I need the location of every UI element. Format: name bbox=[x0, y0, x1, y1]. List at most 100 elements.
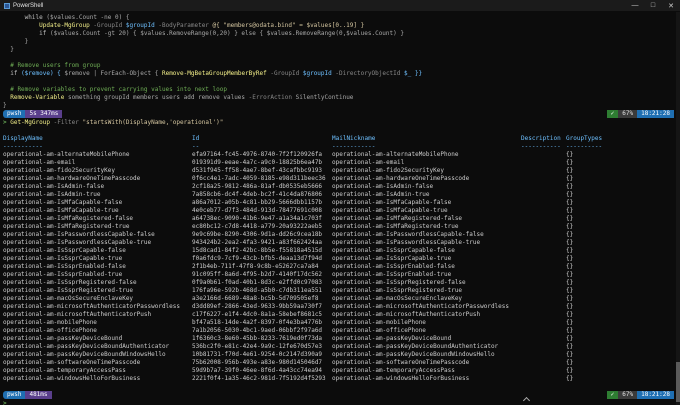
table-row: operational-am-IsPasswordlessCapable-fal… bbox=[0, 231, 680, 239]
code-line: Update-MgGroup -GroupId $groupId -BodyPa… bbox=[3, 22, 364, 30]
code-token: something groupId members users add remo… bbox=[68, 94, 249, 101]
cell-grp: {} bbox=[566, 223, 574, 230]
prompt-segment-bar: pwsh 5s 347ms bbox=[3, 110, 63, 118]
cell-grp: {} bbox=[566, 351, 574, 358]
cell-id: 176fa96e-592b-468d-a5b0-c7db311ea551 bbox=[192, 287, 323, 294]
code-line: if ($values.Count -gt 20) { $values.Remo… bbox=[3, 30, 404, 38]
code-token: if bbox=[3, 30, 50, 37]
code-token: } bbox=[3, 38, 29, 45]
cell-grp: {} bbox=[566, 239, 574, 246]
cell-grp: {} bbox=[566, 207, 574, 214]
code-line: while ($values.Count -ne 0) { bbox=[3, 14, 130, 22]
table-row: operational-am-IsSsprRegistered-false 0f9… bbox=[0, 279, 680, 287]
cell-name: operational-am-macOsSecureEnclaveKey bbox=[3, 295, 134, 302]
cell-mail: operational-am-passKeyDeviceBound bbox=[332, 335, 452, 342]
code-line: Remove-Variable something groupId member… bbox=[3, 94, 353, 102]
table-header-underline: ----------- -- ------------ ----------- ----… bbox=[0, 143, 680, 151]
code-token: } bbox=[3, 102, 7, 109]
cell-id: 2221f0f4-1a35-46c2-981d-7f5192d4f5293 bbox=[192, 375, 326, 382]
cell-mail: operational-am-IsAdmin-false bbox=[332, 183, 434, 190]
scrollbar[interactable] bbox=[676, 12, 680, 405]
code-token: # Remove variables to prevent carrying v… bbox=[3, 86, 227, 93]
cell-id: 536bc2f0-e81c-42e4-9a9c-12fe670d57e3 bbox=[192, 343, 323, 350]
cell-grp: {} bbox=[566, 175, 574, 182]
table-row: operational-am-IsMfaCapable-false a86a701… bbox=[0, 199, 680, 207]
cell-name: operational-am-email bbox=[3, 159, 76, 166]
cell-mail: operational-am-IsSsprRegistered-false bbox=[332, 279, 466, 286]
cell-name: operational-am-IsMfaCapable-false bbox=[3, 199, 123, 206]
cell-mail: operational-am-passKeyDeviceBoundAuthent… bbox=[332, 343, 499, 350]
cell-id: efa97164-fc45-4976-8740-7f2f120926fa bbox=[192, 151, 323, 158]
cell-name: operational-am-softwareOneTimePasscode bbox=[3, 359, 141, 366]
cell-name: operational-am-IsSsprRegistered-false bbox=[3, 279, 137, 286]
cell-name: operational-am-IsPasswordlessCapable-tru… bbox=[3, 239, 152, 246]
code-token: -ErrorAction bbox=[248, 94, 296, 101]
cell-id: 4e0ceb77-d7f3-484d-913d-78477691c008 bbox=[192, 207, 323, 214]
cell-id: 2f1b4eb-711f-47f8-9c8b-e52627ca7a84 bbox=[192, 263, 319, 270]
code-token: Update-MgGroup bbox=[3, 22, 94, 29]
cell-desc: ----------- bbox=[521, 143, 561, 150]
code-token: -DirectoryObjectId bbox=[335, 70, 405, 77]
cell-mail: operational-am-windowsHelloForBusiness bbox=[332, 375, 470, 382]
cell-mail: operational-am-IsSsprEnabled-false bbox=[332, 263, 455, 270]
scrollbar-thumb[interactable] bbox=[676, 362, 680, 402]
cell-mail: operational-am-microsoftAuthenticatorPus… bbox=[332, 311, 481, 318]
cell-mail: operational-am-hardwareOneTimePasscode bbox=[332, 175, 470, 182]
cell-id: c17f6227-e1f4-4dc0-8a1a-58ebef8681c5 bbox=[192, 311, 323, 318]
cell-id: a3e2166d-6689-48a8-bc5b-5d709505ef8 bbox=[192, 295, 319, 302]
cell-mail: operational-am-softwareOneTimePasscode bbox=[332, 359, 470, 366]
cell-name: operational-am-IsPasswordlessCapable-fal… bbox=[3, 231, 155, 238]
cell-name: operational-am-IsAdmin-false bbox=[3, 183, 105, 190]
cell-id: f0a6fdc9-7cf9-43cb-bfb5-deaa13d7f94d bbox=[192, 255, 323, 262]
cell-grp: {} bbox=[566, 295, 574, 302]
table-row: operational-am-fido2SecurityKey d531f945-… bbox=[0, 167, 680, 175]
cell-id: 75b62008-956b-493e-a83e-980d145046d7 bbox=[192, 359, 323, 366]
cell-grp: {} bbox=[566, 167, 574, 174]
close-button[interactable]: ✕ bbox=[662, 2, 680, 10]
table-row: operational-am-IsAdmin-true 7a858cb6-dc4f… bbox=[0, 191, 680, 199]
cell-mail: operational-am-passKeyDeviceBoundWindows… bbox=[332, 351, 495, 358]
table-row: operational-am-IsSsprEnabled-true 91c095f… bbox=[0, 271, 680, 279]
cell-mail: operational-am-email bbox=[332, 159, 405, 166]
table-row: operational-am-passKeyDeviceBoundAuthent… bbox=[0, 343, 680, 351]
cell-name: operational-am-windowsHelloForBusiness bbox=[3, 375, 141, 382]
cell-id: 91c095ff-8a6d-4f95-b2d7-4140f17dc562 bbox=[192, 271, 323, 278]
input-prompt[interactable]: > bbox=[3, 400, 7, 405]
table-row: operational-am-IsMfaRegistered-true ec80b… bbox=[0, 223, 680, 231]
minimize-button[interactable]: — bbox=[626, 2, 644, 9]
table-row: operational-am-passKeyDeviceBound 1f6360c… bbox=[0, 335, 680, 343]
code-token: ($values.Count -ne 0) { bbox=[46, 14, 130, 21]
cell-name: operational-am-hardwareOneTimePasscode bbox=[3, 175, 141, 182]
cell-id: 59d9b7a7-39f0-46ee-8f6d-4a43cc74ea94 bbox=[192, 367, 323, 374]
cell-mail: operational-am-IsSsprEnabled-true bbox=[332, 271, 452, 278]
cell-id: bf47a518-14de-4a2f-8397-0f4e3ba4776b bbox=[192, 319, 323, 326]
cell-grp: {} bbox=[566, 311, 574, 318]
code-token: Remove-Variable bbox=[3, 94, 69, 101]
cell-mail: operational-am-temporaryAccessPass bbox=[332, 367, 455, 374]
cell-grp: {} bbox=[566, 215, 574, 222]
table-row: operational-am-windowsHelloForBusiness 22… bbox=[0, 375, 680, 383]
cell-grp: {} bbox=[566, 199, 574, 206]
status-check-icon: ✓ bbox=[606, 110, 619, 118]
table-row: operational-am-alternateMobilePhone efa97… bbox=[0, 151, 680, 159]
code-token: $_ }} bbox=[404, 70, 423, 77]
cell-grp: {} bbox=[566, 303, 574, 310]
cell-name: operational-am-alternateMobilePhone bbox=[3, 151, 130, 158]
prompt-right-status: ✓ 67% 18:21:28 bbox=[606, 391, 674, 399]
code-token: while bbox=[3, 14, 47, 21]
table-row: operational-am-IsMfaCapable-true 4e0ceb77… bbox=[0, 207, 680, 215]
code-token: # Remove users from group bbox=[3, 62, 101, 69]
cell-name: operational-am-IsSsprCapable-false bbox=[3, 247, 126, 254]
code-token: ($remove) { bbox=[21, 70, 65, 77]
table-row: operational-am-microsoftAuthenticatorPus… bbox=[0, 311, 680, 319]
cell-grp: {} bbox=[566, 327, 574, 334]
cell-name: operational-am-IsMfaRegistered-false bbox=[3, 215, 134, 222]
table-row: operational-am-mobilePhone bf47a518-14de-… bbox=[0, 319, 680, 327]
terminal-output[interactable]: while ($values.Count -ne 0) { Update-MgG… bbox=[0, 12, 680, 405]
cell-mail: operational-am-IsPasswordlessCapable-fal… bbox=[332, 231, 484, 238]
cell-name: operational-am-fido2SecurityKey bbox=[3, 167, 115, 174]
code-token: -BodyParameter bbox=[158, 22, 213, 29]
maximize-button[interactable]: □ bbox=[644, 2, 662, 9]
prompt-shell-label: pwsh bbox=[3, 110, 26, 118]
code-token: -Filter bbox=[53, 119, 83, 126]
